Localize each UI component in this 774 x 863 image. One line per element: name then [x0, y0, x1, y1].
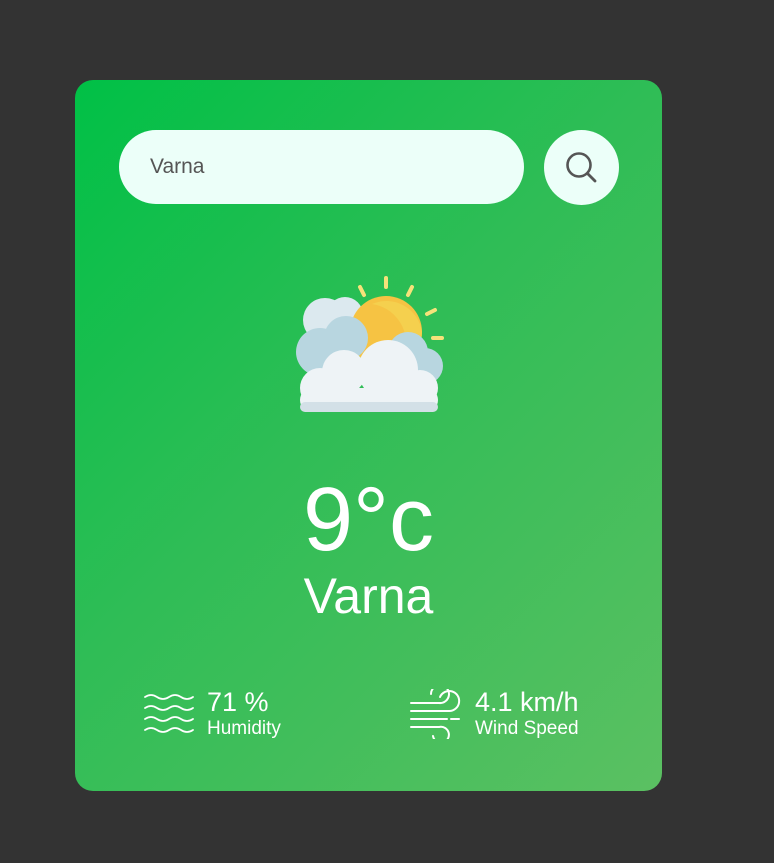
- wind-detail: 4.1 km/h Wind Speed: [409, 684, 579, 744]
- wind-speed-label: Wind Speed: [475, 718, 579, 739]
- temperature-value: 9°c: [302, 470, 435, 570]
- search-icon: [565, 151, 596, 182]
- humidity-detail: 71 % Humidity: [143, 684, 281, 744]
- humidity-label: Humidity: [207, 718, 281, 739]
- city-search-input[interactable]: [119, 130, 524, 204]
- weather-card: 9°c Varna 71 % Humidity 4: [75, 80, 662, 791]
- humidity-value: 71 %: [207, 687, 269, 717]
- wind-icon: [410, 689, 461, 739]
- humidity-icon: [144, 694, 194, 733]
- search-button[interactable]: [544, 130, 619, 205]
- wind-speed-value: 4.1 km/h: [475, 687, 579, 717]
- city-name: Varna: [303, 568, 434, 624]
- partly-cloudy-icon: [296, 276, 444, 412]
